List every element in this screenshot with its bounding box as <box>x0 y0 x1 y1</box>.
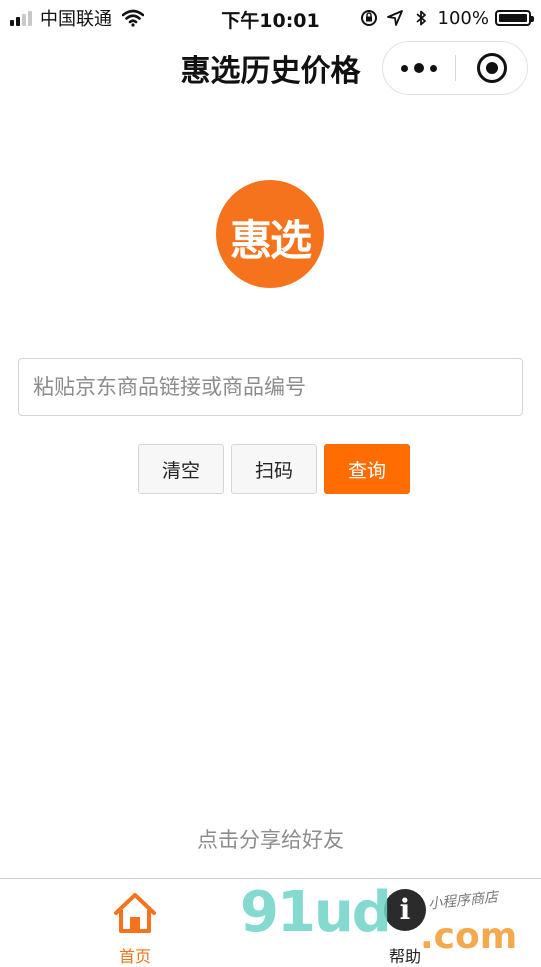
close-program-icon[interactable] <box>477 53 507 83</box>
share-to-friends-link[interactable]: 点击分享给好友 <box>0 824 541 854</box>
status-bar: 中国联通 下午10:01 100% <box>0 0 541 36</box>
tab-help-label: 帮助 <box>388 947 421 966</box>
more-options-icon[interactable] <box>383 42 455 94</box>
tab-bar: 首页 i 帮助 <box>0 878 541 966</box>
location-icon <box>386 10 403 26</box>
logo-text: 惠选 <box>229 216 312 265</box>
help-icon: i <box>384 889 426 931</box>
mini-program-capsule <box>382 41 528 95</box>
status-right: 100% <box>360 6 534 30</box>
bluetooth-icon <box>415 10 426 26</box>
scan-button[interactable]: 扫码 <box>231 444 317 494</box>
capsule-divider <box>455 55 456 81</box>
tab-help[interactable]: i 帮助 <box>350 885 460 966</box>
battery-icon <box>495 10 534 26</box>
product-link-input[interactable] <box>18 358 523 416</box>
query-button[interactable]: 查询 <box>324 444 410 494</box>
rotation-lock-icon <box>360 10 377 26</box>
home-icon <box>114 893 156 933</box>
tab-home[interactable]: 首页 <box>80 885 190 966</box>
app-logo: 惠选 <box>216 180 324 288</box>
battery-percent: 100% <box>437 7 489 29</box>
clear-button[interactable]: 清空 <box>138 444 224 494</box>
tab-home-label: 首页 <box>118 947 151 966</box>
